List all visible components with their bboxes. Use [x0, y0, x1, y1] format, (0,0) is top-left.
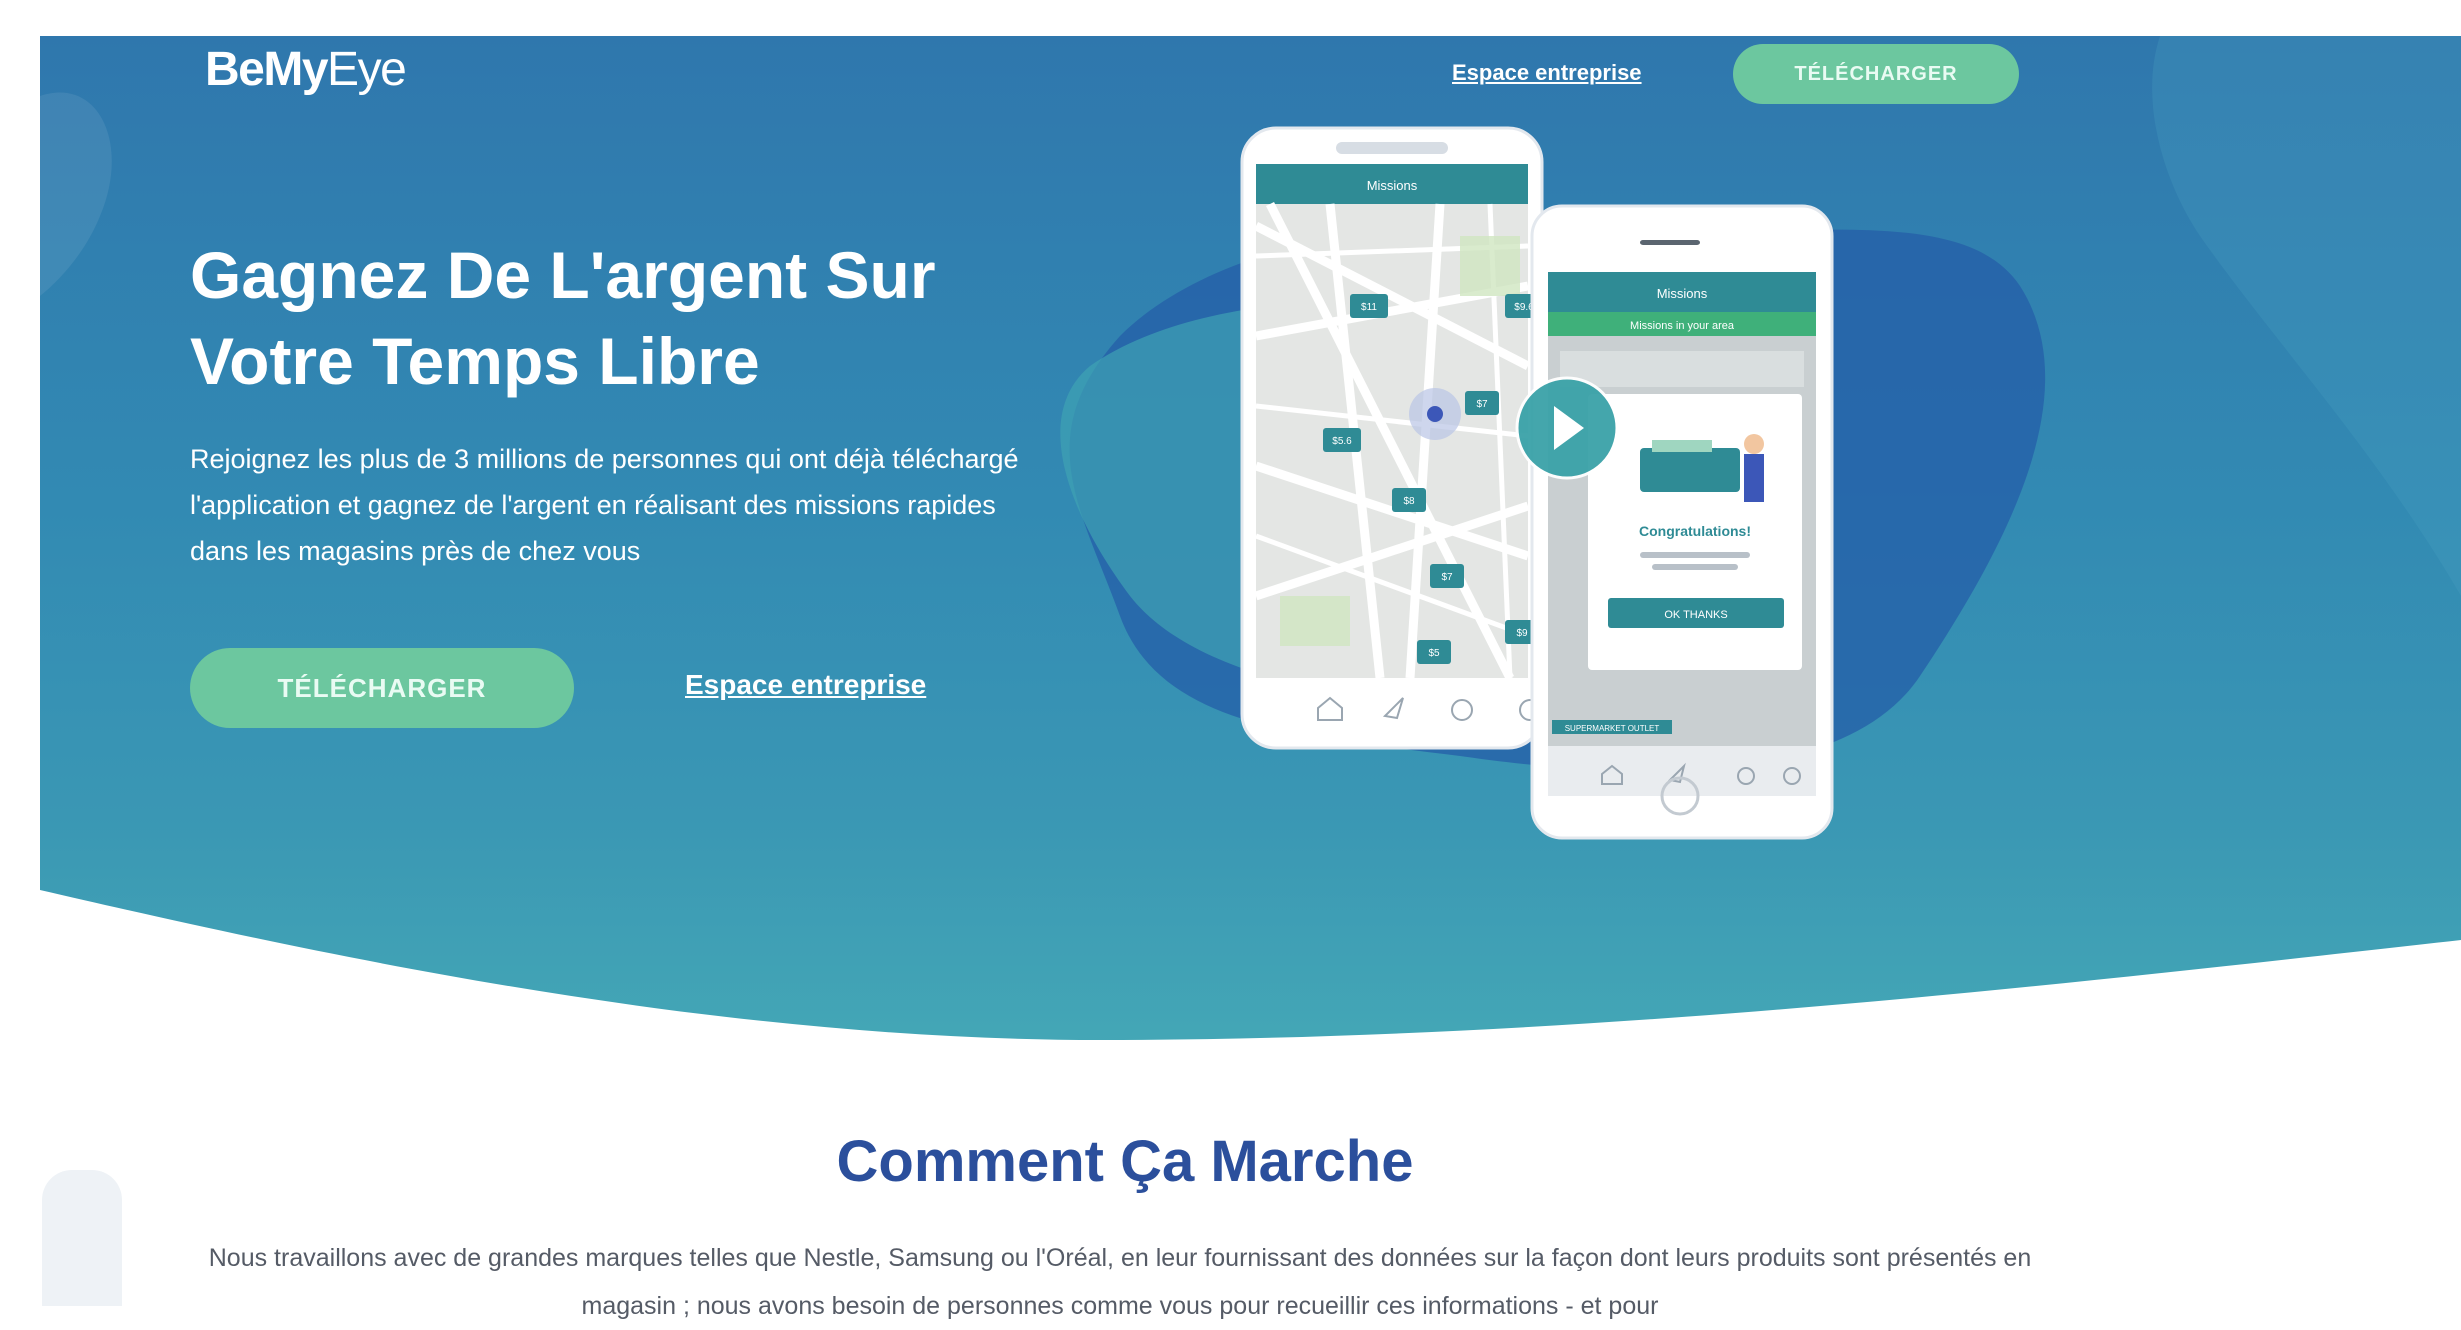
map-pin-label: $11: [1361, 302, 1377, 313]
how-it-works-text: Nous travaillons avec de grandes marques…: [208, 1244, 2032, 1320]
video-play-button[interactable]: [1515, 376, 1619, 480]
phone-left: Missions $11 $9.6$7$5.6$8$7$5$9: [1240, 126, 1544, 750]
map-pin-label: $7: [1441, 572, 1453, 583]
map-pin-label: $5: [1428, 648, 1440, 659]
phone-right-header-title: Missions: [1657, 286, 1708, 301]
how-it-works-title: Comment Ça Marche: [836, 1129, 1414, 1194]
map-pin-label: $7: [1476, 399, 1488, 410]
phone-right: Missions Missions in your area Congratul…: [1530, 204, 1834, 840]
map-pin-label: $9: [1516, 628, 1528, 639]
hero-bottom-wave: [40, 890, 2461, 1130]
map-pin-label: $8: [1403, 496, 1415, 507]
phone-right-banner-text: Missions in your area: [1630, 320, 1735, 332]
list-item-label: SUPERMARKET OUTLET: [1565, 724, 1660, 733]
phone-left-header-title: Missions: [1367, 178, 1418, 193]
map-pin-label: $5.6: [1332, 436, 1352, 447]
popup-title: Congratulations!: [1639, 523, 1751, 539]
popup-ok-label: OK THANKS: [1664, 609, 1727, 621]
